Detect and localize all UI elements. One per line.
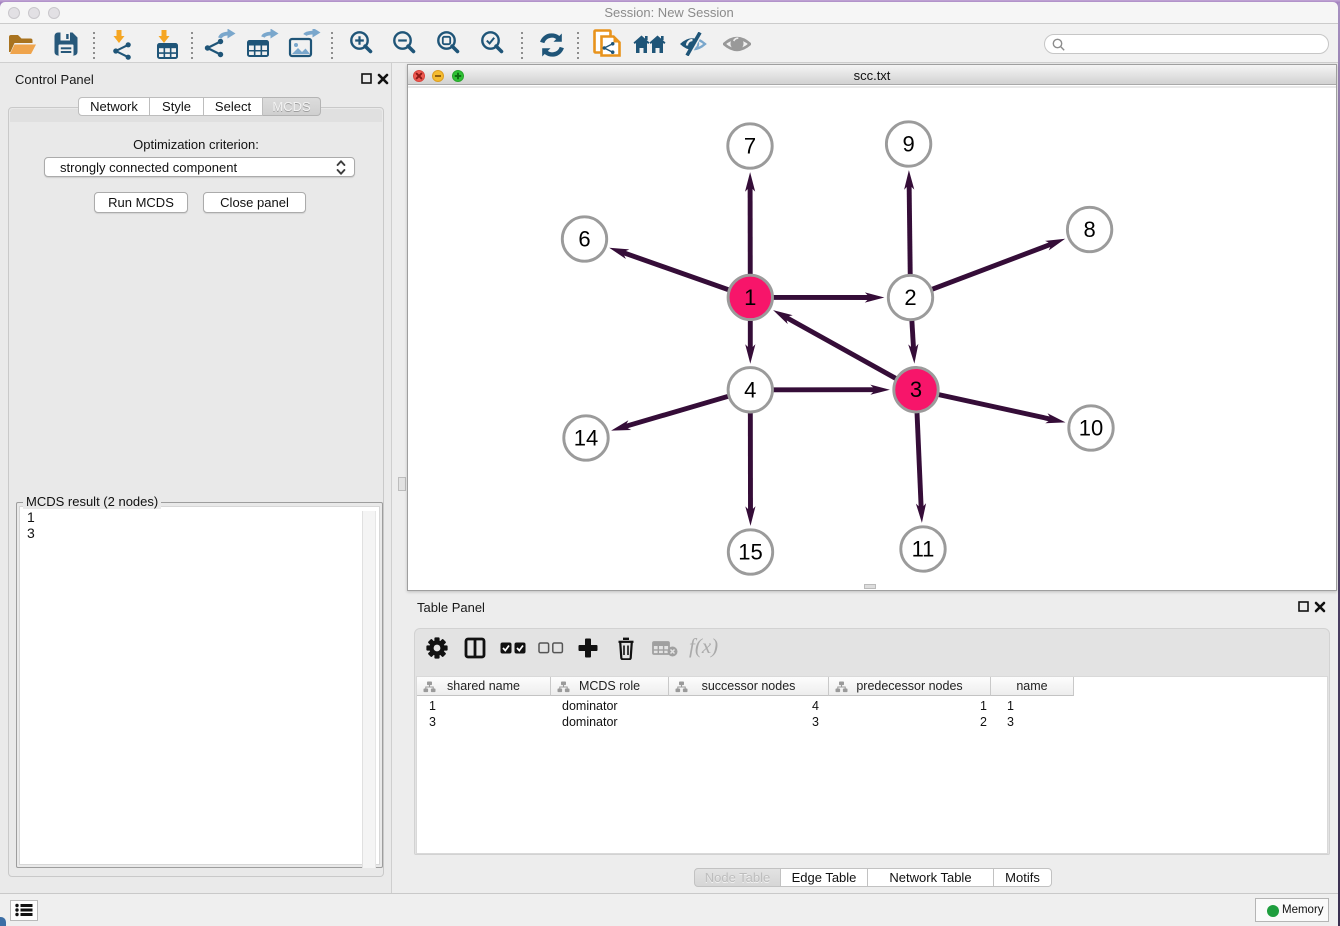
- svg-text:8: 8: [1083, 217, 1095, 242]
- svg-text:2: 2: [904, 285, 916, 310]
- svg-text:15: 15: [738, 540, 762, 565]
- svg-text:9: 9: [902, 132, 914, 157]
- svg-text:14: 14: [574, 426, 598, 451]
- svg-text:6: 6: [578, 227, 590, 252]
- svg-text:3: 3: [910, 377, 922, 402]
- svg-text:4: 4: [744, 377, 756, 402]
- svg-text:7: 7: [744, 134, 756, 159]
- svg-text:10: 10: [1079, 416, 1103, 441]
- svg-text:1: 1: [744, 285, 756, 310]
- svg-text:11: 11: [912, 537, 935, 562]
